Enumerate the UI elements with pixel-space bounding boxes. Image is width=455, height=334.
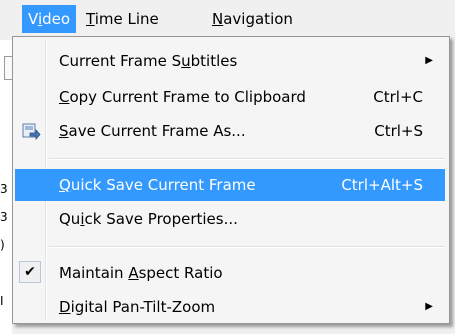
background-text-fragment: 3 [0,210,8,224]
menu-item-shortcut: Ctrl+S [374,122,423,140]
submenu-arrow-icon: ▶ [425,55,433,66]
menu-item-quick-save-frame[interactable]: Quick Save Current Frame Ctrl+Alt+S [15,169,445,201]
menu-item-label: Quick Save Current Frame [59,176,256,194]
menu-item-digital-pan-tilt-zoom[interactable]: Digital Pan-Tilt-Zoom ▶ [15,291,445,323]
menu-item-label: Current Frame Subtitles [59,52,238,70]
save-frame-icon [22,123,41,141]
menu-bar: Video Time Line Navigation [0,0,455,40]
background-text-fragment: 3 [0,182,8,196]
menu-item-current-frame-subtitles[interactable]: Current Frame Subtitles ▶ [15,45,445,77]
menu-separator [49,158,445,160]
menu-item-label: Digital Pan-Tilt-Zoom [59,298,216,316]
background-text-fragment: I [0,294,4,308]
menu-navigation-accel: N [212,10,224,28]
menu-video-label-post: deo [42,10,71,28]
menu-item-label: Save Current Frame As... [59,122,246,140]
menu-item-quick-save-properties[interactable]: Quick Save Properties... [15,203,445,235]
menu-video-label-pre: V [28,10,38,28]
checkmark-icon: ✔ [19,261,41,283]
menu-item-maintain-aspect-ratio[interactable]: ✔ Maintain Aspect Ratio [15,257,445,289]
background-text-fragment: ) [0,238,5,252]
menu-item-label: Copy Current Frame to Clipboard [59,88,306,106]
menu-item-shortcut: Ctrl+Alt+S [341,176,423,194]
menu-item-save-frame-as[interactable]: Save Current Frame As... Ctrl+S [15,115,445,147]
menu-item-shortcut: Ctrl+C [373,88,423,106]
menu-time-line-label: ime Line [94,10,159,28]
menu-item-label: Maintain Aspect Ratio [59,264,223,282]
menu-navigation[interactable]: Navigation [206,5,299,33]
submenu-arrow-icon: ▶ [425,301,433,312]
menu-navigation-label: avigation [223,10,293,28]
video-dropdown-menu: Current Frame Subtitles ▶ Copy Current F… [12,36,450,324]
menu-separator [49,246,445,248]
menu-video[interactable]: Video [22,5,77,33]
menu-time-line[interactable]: Time Line [80,5,165,33]
background-window: 3 3 ) I [0,40,13,334]
menu-item-copy-to-clipboard[interactable]: Copy Current Frame to Clipboard Ctrl+C [15,81,445,113]
menu-time-line-accel: T [86,10,95,28]
menu-item-label: Quick Save Properties... [59,210,238,228]
